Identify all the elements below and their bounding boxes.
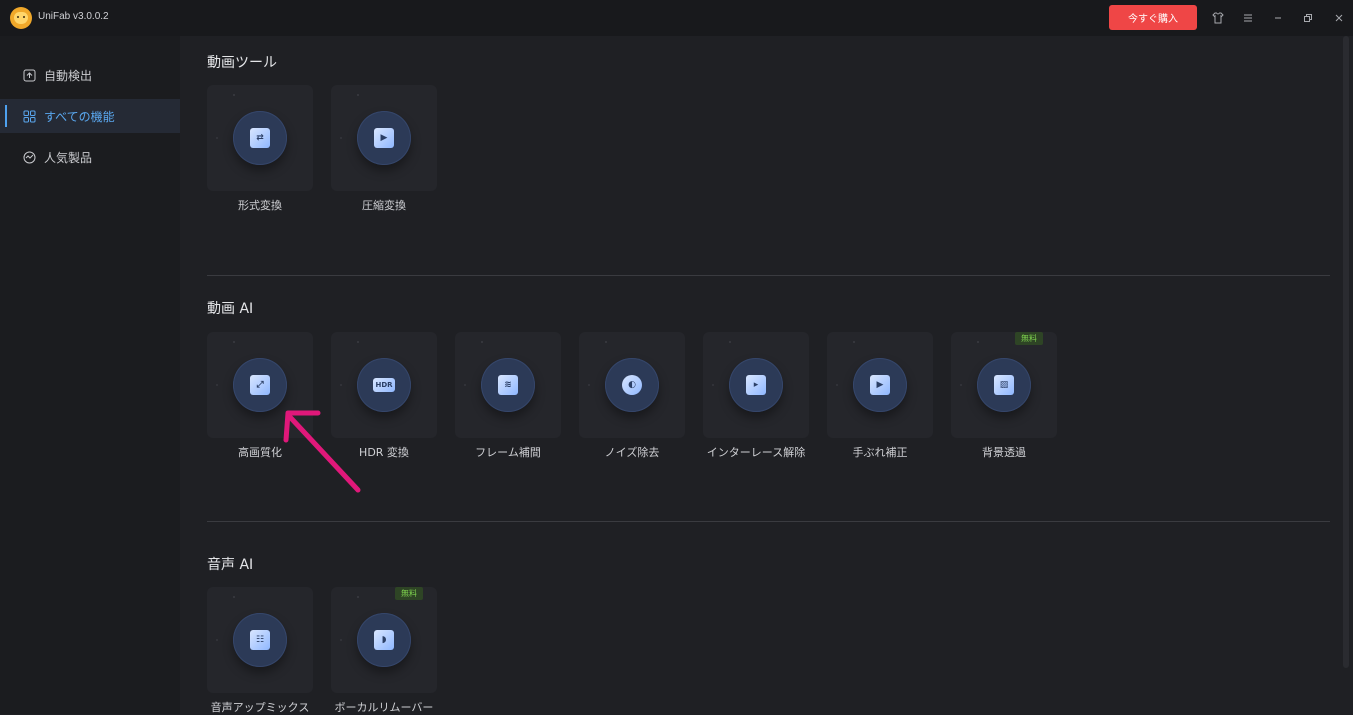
app-title: UniFab v3.0.0.2 [38, 11, 109, 22]
background-remove-icon: ▨ [994, 375, 1014, 395]
menu-icon[interactable] [1238, 8, 1258, 28]
sidebar: 自動検出 すべての機能 人気製品 [0, 36, 180, 714]
frame-interpolation-icon: ≋ [498, 375, 518, 395]
unifab-logo-icon [10, 7, 32, 29]
card-label: 高画質化 [238, 446, 282, 459]
compress-icon: ▶ [374, 128, 394, 148]
title-bar: UniFab v3.0.0.2 今すぐ購入 [0, 0, 1353, 36]
card-compress[interactable]: ▶ [331, 85, 437, 191]
card-background-remove[interactable]: 無料 ▨ [951, 332, 1057, 438]
scrollbar[interactable] [1343, 36, 1349, 668]
card-label: 背景透過 [982, 446, 1026, 459]
audio-upmix-icon: ☷ [250, 630, 270, 650]
sidebar-item-popular[interactable]: 人気製品 [0, 140, 180, 174]
hdr-icon: HDR [373, 378, 395, 392]
card-label: 手ぶれ補正 [852, 446, 908, 459]
minimize-icon[interactable] [1268, 8, 1288, 28]
card-label: インターレース解除 [706, 446, 806, 459]
stabilize-icon: ▶ [870, 375, 890, 395]
section-title-audio-ai: 音声 AI [207, 557, 254, 573]
sidebar-item-label: 人気製品 [44, 150, 93, 165]
sidebar-item-all-features[interactable]: すべての機能 [0, 99, 180, 133]
section-divider [207, 521, 1330, 522]
card-label: 圧縮変換 [362, 199, 406, 212]
grid-icon [22, 109, 36, 123]
card-label: フレーム補間 [475, 446, 541, 459]
card-format-convert[interactable]: ⇄ [207, 85, 313, 191]
card-label: 音声アップミックス [210, 701, 310, 714]
sidebar-item-auto-detect[interactable]: 自動検出 [0, 58, 180, 92]
convert-icon: ⇄ [250, 128, 270, 148]
section-title-video-tools: 動画ツール [207, 55, 277, 71]
card-deinterlace[interactable]: ▸ [703, 332, 809, 438]
card-label: ボーカルリムーバー [334, 701, 434, 714]
free-badge: 無料 [1015, 332, 1043, 345]
sidebar-item-label: すべての機能 [44, 109, 115, 124]
popular-icon [22, 150, 36, 164]
card-frame-interpolation[interactable]: ≋ [455, 332, 561, 438]
section-title-video-ai: 動画 AI [207, 301, 254, 317]
upscale-icon: ⤢ [250, 375, 270, 395]
vocal-remover-icon: ◗ [374, 630, 394, 650]
close-icon[interactable] [1329, 8, 1349, 28]
card-vocal-remover[interactable]: 無料 ◗ [331, 587, 437, 693]
card-stabilize[interactable]: ▶ [827, 332, 933, 438]
card-label: ノイズ除去 [604, 446, 660, 459]
deinterlace-icon: ▸ [746, 375, 766, 395]
shirt-icon[interactable] [1208, 8, 1228, 28]
section-divider [207, 275, 1330, 276]
free-badge: 無料 [395, 587, 423, 600]
sidebar-item-label: 自動検出 [44, 68, 93, 83]
card-denoise[interactable]: ◐ [579, 332, 685, 438]
card-audio-upmix[interactable]: ☷ [207, 587, 313, 693]
card-label: HDR 変換 [359, 446, 409, 459]
card-upscale[interactable]: ⤢ [207, 332, 313, 438]
card-label: 形式変換 [238, 199, 282, 212]
card-hdr[interactable]: HDR [331, 332, 437, 438]
auto-detect-icon [22, 68, 36, 82]
denoise-icon: ◐ [622, 375, 642, 395]
restore-icon[interactable] [1298, 8, 1318, 28]
buy-now-button[interactable]: 今すぐ購入 [1109, 5, 1197, 30]
main-content: 動画ツール ⇄ 形式変換 ▶ 圧縮変換 動画 AI ⤢ 高画質化 HDR HDR… [180, 36, 1353, 714]
